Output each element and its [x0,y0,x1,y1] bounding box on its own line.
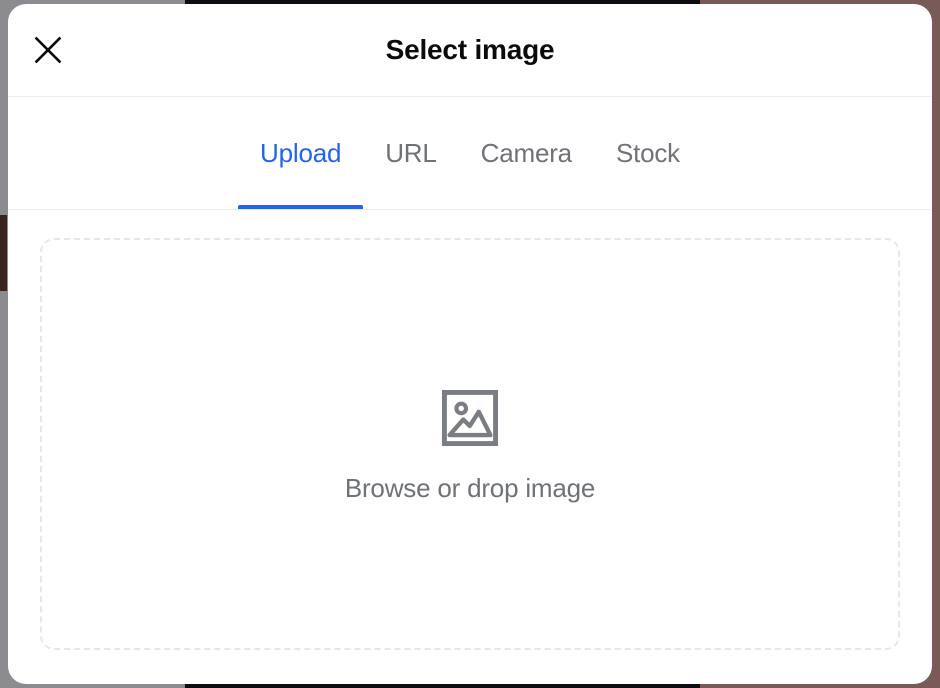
image-placeholder-icon [441,389,499,447]
tab-url-label: URL [385,137,437,168]
tab-camera-label: Camera [480,137,572,168]
tab-stock[interactable]: Stock [594,97,702,209]
tab-stock-label: Stock [615,137,680,168]
image-dropzone[interactable]: Browse or drop image [40,238,900,650]
select-image-modal: Select image Upload URL Camera Stock Bro… [8,4,932,684]
tab-bar: Upload URL Camera Stock [8,97,932,210]
tab-upload[interactable]: Upload [238,97,364,209]
tab-upload-label: Upload [260,137,342,168]
backdrop-accent-stripe [0,215,7,291]
modal-body: Browse or drop image [8,210,932,684]
tab-camera[interactable]: Camera [459,97,594,209]
tab-url[interactable]: URL [363,97,458,209]
dropzone-label: Browse or drop image [344,473,596,503]
page-title: Select image [385,34,555,65]
close-icon [34,36,62,64]
modal-header: Select image [8,4,932,97]
close-button[interactable] [26,28,70,72]
